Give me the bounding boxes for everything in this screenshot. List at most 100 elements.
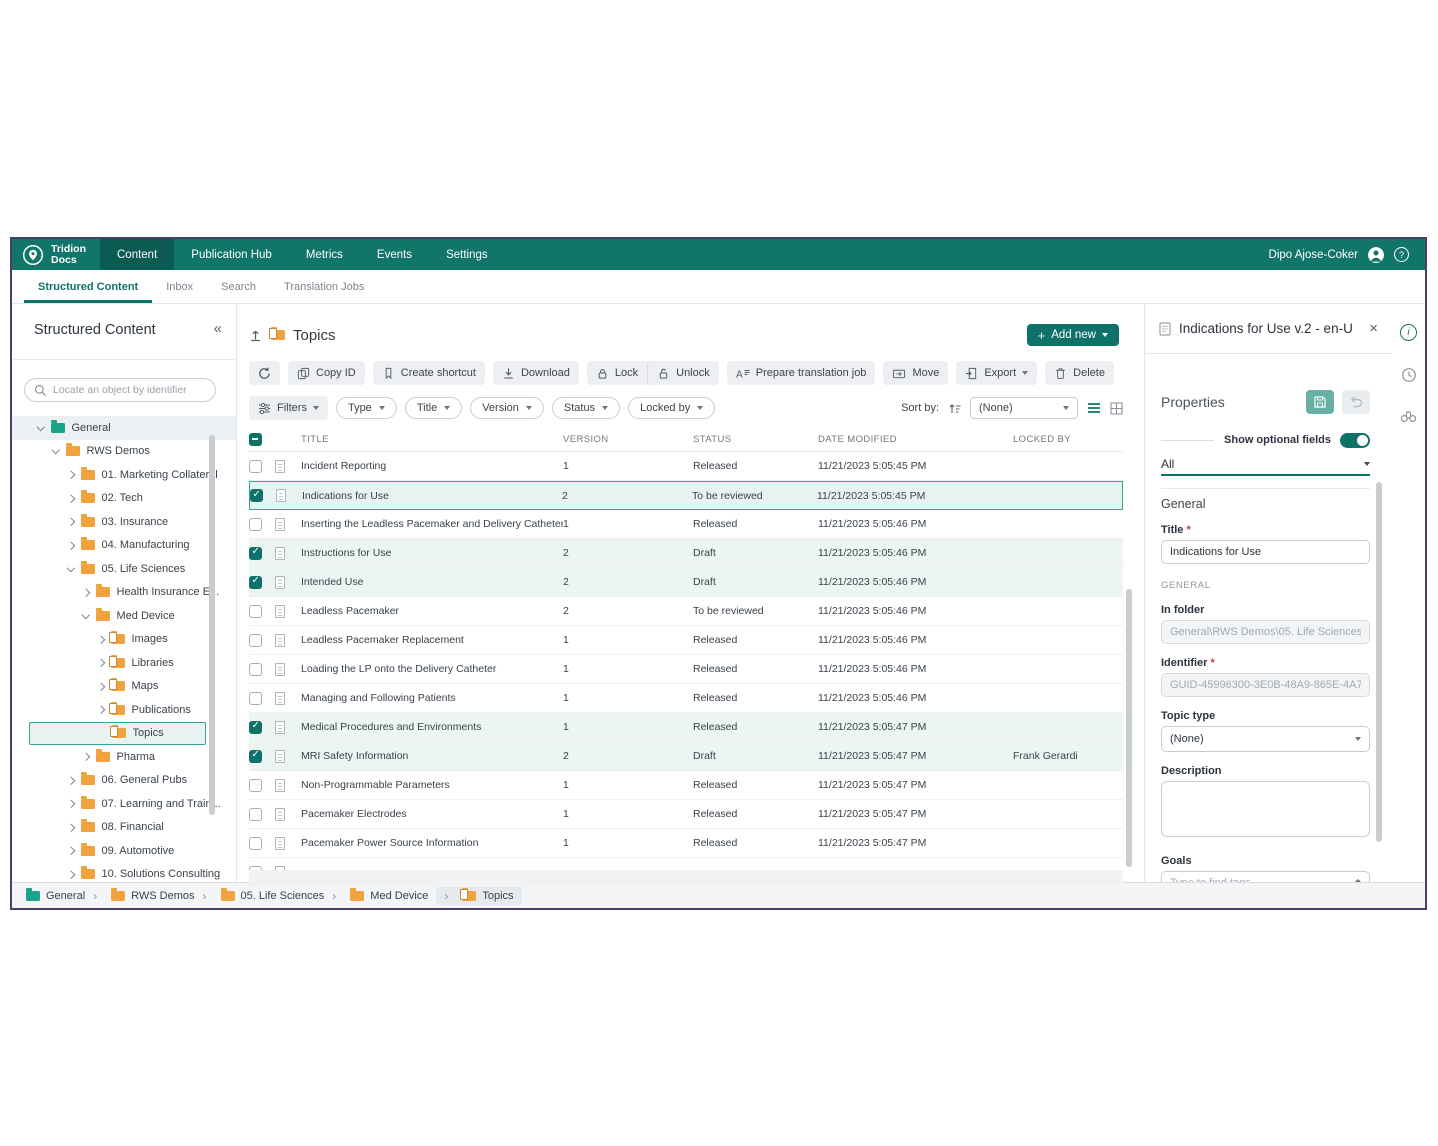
prepare-translation-job-button[interactable]: A Prepare translation job [727, 361, 876, 385]
tree-item[interactable]: 09. Automotive [12, 839, 236, 863]
chevron-icon[interactable] [82, 610, 90, 618]
chevron-icon[interactable] [67, 800, 75, 808]
show-optional-fields-toggle[interactable] [1340, 433, 1370, 448]
chevron-icon[interactable] [52, 446, 60, 454]
main-menu-item[interactable]: Settings [429, 239, 505, 270]
tree-item[interactable]: 03. Insurance [12, 510, 236, 534]
tree-item[interactable]: Images [12, 628, 236, 652]
breadcrumb-item[interactable]: Topics [436, 887, 521, 905]
row-checkbox[interactable] [250, 489, 263, 502]
secondary-tab[interactable]: Search [207, 270, 270, 303]
secondary-tab[interactable]: Translation Jobs [270, 270, 378, 303]
filter-pill[interactable]: Status [552, 397, 620, 419]
breadcrumb-item[interactable]: 05. Life Sciences [203, 889, 325, 903]
column-header-locked-by[interactable]: LOCKED BY [1013, 434, 1123, 445]
chevron-icon[interactable] [82, 588, 90, 596]
table-row[interactable]: Non-Programmable Parameters 1 Released 1… [249, 771, 1123, 800]
row-checkbox[interactable] [249, 634, 262, 647]
chevron-icon[interactable] [67, 518, 75, 526]
go-up-level-icon[interactable] [249, 328, 263, 342]
tree-item[interactable]: 06. General Pubs [12, 769, 236, 793]
table-row[interactable]: Inserting the Leadless Pacemaker and Del… [249, 510, 1123, 539]
create-shortcut-button[interactable]: Create shortcut [373, 361, 485, 385]
export-button[interactable]: Export [956, 361, 1037, 385]
binoculars-icon[interactable] [1400, 409, 1417, 423]
tree-item[interactable]: 07. Learning and Train... [12, 792, 236, 816]
filter-pill[interactable]: Version [470, 397, 544, 419]
row-checkbox[interactable] [249, 460, 262, 473]
tree-item[interactable]: Libraries [12, 651, 236, 675]
table-row[interactable]: Instructions for Use 2 Draft 11/21/2023 … [249, 539, 1123, 568]
filter-pill[interactable]: Locked by [628, 397, 715, 419]
chevron-icon[interactable] [67, 563, 75, 571]
secondary-tab[interactable]: Structured Content [24, 270, 152, 303]
row-checkbox[interactable] [249, 605, 262, 618]
main-menu-item[interactable]: Publication Hub [174, 239, 289, 270]
chevron-icon[interactable] [82, 753, 90, 761]
main-menu-item[interactable]: Metrics [289, 239, 360, 270]
grid-view-icon[interactable] [1110, 402, 1123, 415]
tree-item[interactable]: 05. Life Sciences [12, 557, 236, 581]
goals-input[interactable] [1170, 877, 1355, 882]
row-checkbox[interactable] [249, 518, 262, 531]
collapse-sidebar-icon[interactable]: « [214, 320, 222, 337]
list-view-icon[interactable] [1087, 402, 1101, 414]
row-checkbox[interactable] [249, 808, 262, 821]
search-input[interactable] [53, 384, 206, 396]
table-row[interactable]: Pacemaker Power Source Information 1 Rel… [249, 829, 1123, 858]
tree-item[interactable]: Health Insurance E... [12, 581, 236, 605]
tree-item[interactable]: Topics [29, 722, 206, 746]
row-checkbox[interactable] [249, 837, 262, 850]
filters-button[interactable]: Filters [249, 396, 328, 420]
title-field-input[interactable] [1161, 540, 1370, 564]
tree-item[interactable]: 08. Financial [12, 816, 236, 840]
chevron-icon[interactable] [97, 635, 105, 643]
info-icon[interactable]: i [1400, 324, 1417, 341]
move-button[interactable]: Move [883, 361, 948, 385]
row-checkbox[interactable] [249, 779, 262, 792]
brand-logo[interactable]: TridionDocs [12, 239, 100, 270]
chevron-icon[interactable] [67, 847, 75, 855]
topic-type-select[interactable]: (None) [1161, 726, 1370, 752]
tree-item[interactable]: Pharma [12, 745, 236, 769]
filter-pill[interactable]: Type [336, 397, 397, 419]
column-header-title[interactable]: TITLE [301, 434, 563, 445]
column-header-status[interactable]: STATUS [693, 434, 818, 445]
tree-item[interactable]: RWS Demos [12, 440, 236, 464]
row-checkbox[interactable] [249, 663, 262, 676]
table-row-partial[interactable] [249, 858, 1123, 870]
table-row[interactable]: Medical Procedures and Environments 1 Re… [249, 713, 1123, 742]
breadcrumb-item[interactable]: RWS Demos [93, 889, 194, 903]
chevron-icon[interactable] [67, 823, 75, 831]
add-new-button[interactable]: + Add new [1027, 324, 1119, 346]
chevron-icon[interactable] [37, 422, 45, 430]
breadcrumb-item[interactable]: General [26, 890, 85, 902]
help-icon[interactable]: ? [1394, 247, 1409, 262]
download-button[interactable]: Download [493, 361, 579, 385]
row-checkbox[interactable] [249, 692, 262, 705]
tree-item[interactable]: 10. Solutions Consulting [12, 863, 236, 883]
chevron-icon[interactable] [67, 471, 75, 479]
tree-item[interactable]: Med Device [12, 604, 236, 628]
table-row[interactable]: Incident Reporting 1 Released 11/21/2023… [249, 452, 1123, 481]
sort-direction-icon[interactable] [948, 402, 961, 415]
panel-scrollbar-thumb[interactable] [1376, 482, 1382, 842]
tree-item[interactable]: Maps [12, 675, 236, 699]
history-clock-icon[interactable] [1401, 367, 1417, 383]
row-checkbox[interactable] [249, 721, 262, 734]
main-menu-item[interactable]: Content [100, 239, 174, 270]
tree-item[interactable]: Publications [12, 698, 236, 722]
table-row[interactable]: Loading the LP onto the Delivery Cathete… [249, 655, 1123, 684]
chevron-icon[interactable] [67, 494, 75, 502]
field-filter-select[interactable]: All [1161, 454, 1370, 476]
table-row[interactable]: Leadless Pacemaker Replacement 1 Release… [249, 626, 1123, 655]
tree-item[interactable]: 02. Tech [12, 487, 236, 511]
unlock-button[interactable]: Unlock [647, 361, 719, 385]
main-menu-item[interactable]: Events [360, 239, 429, 270]
filter-pill[interactable]: Title [405, 397, 462, 419]
table-scrollbar-thumb[interactable] [1126, 589, 1132, 867]
table-row[interactable]: Pacemaker Electrodes 1 Released 11/21/20… [249, 800, 1123, 829]
column-header-date-modified[interactable]: DATE MODIFIED [818, 434, 1013, 445]
select-all-checkbox[interactable] [249, 433, 262, 446]
chevron-icon[interactable] [97, 706, 105, 714]
